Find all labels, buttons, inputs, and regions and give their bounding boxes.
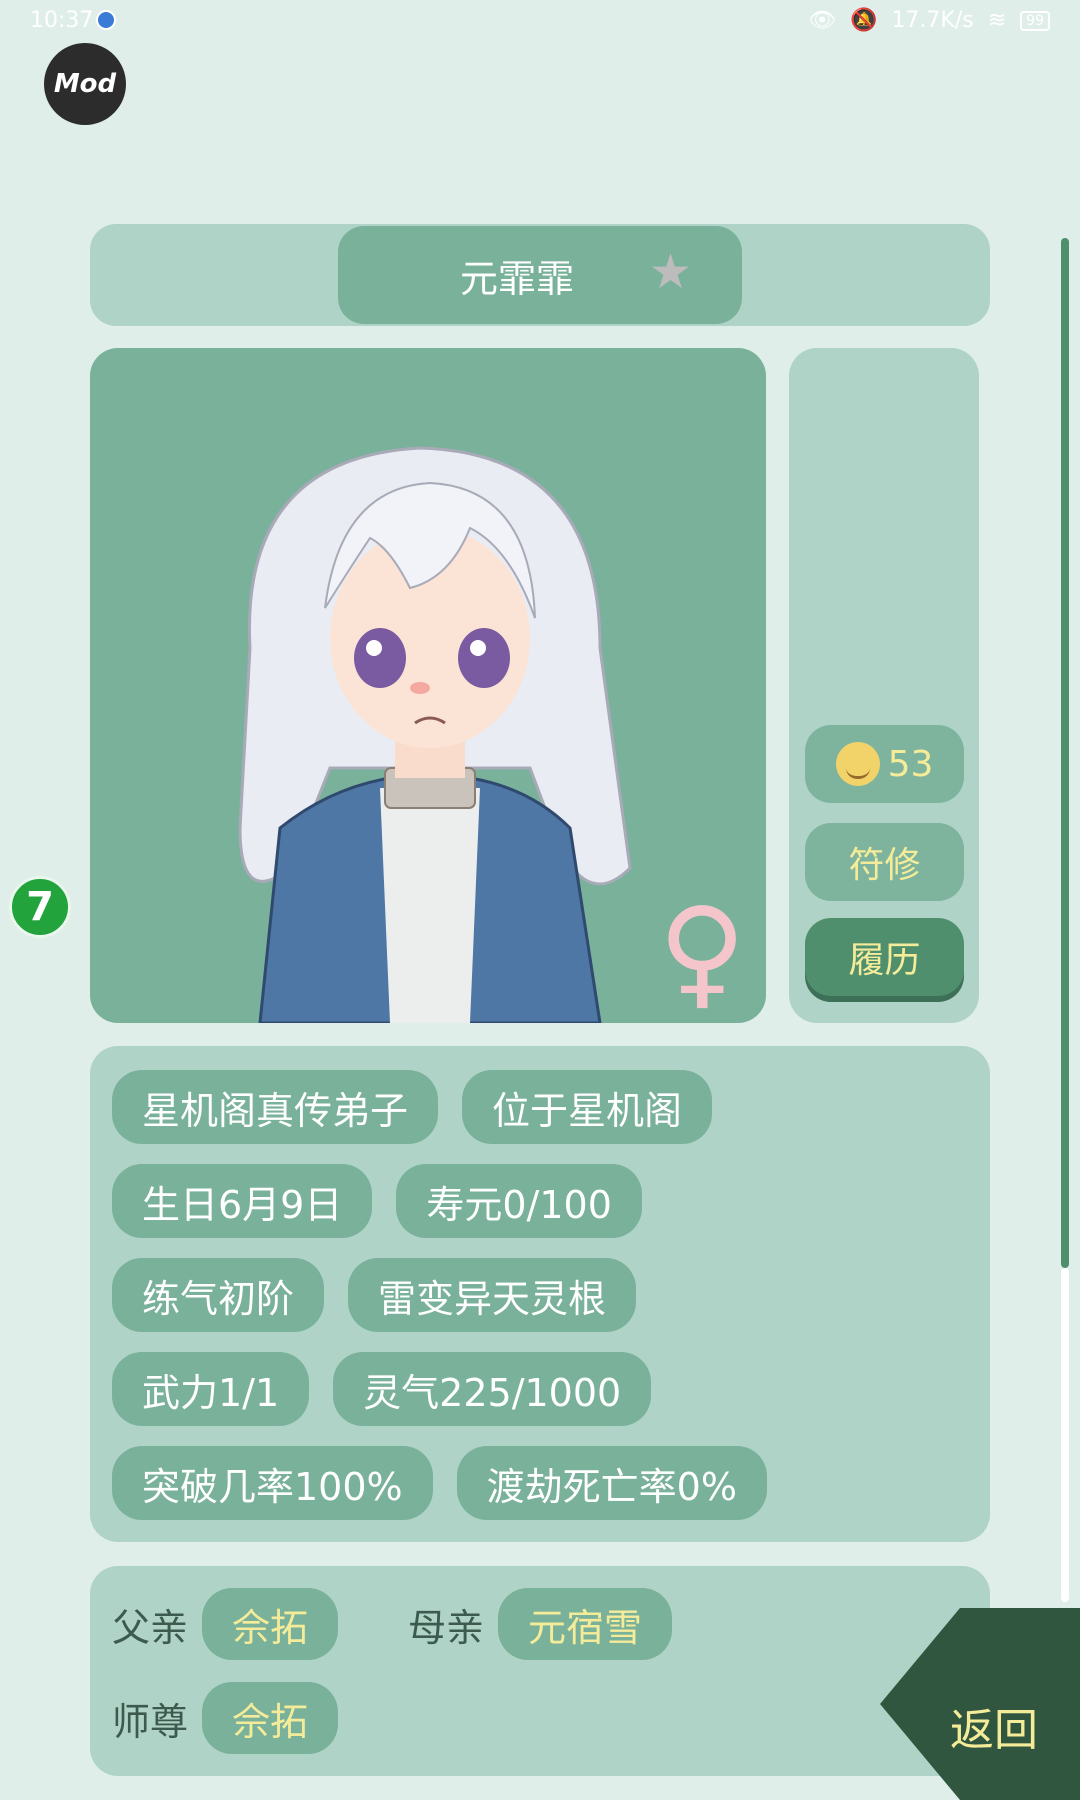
wifi-icon: ≋	[987, 8, 1007, 33]
history-button[interactable]: 履历	[805, 918, 964, 996]
master-button[interactable]: 佘拓	[202, 1682, 339, 1754]
profession-button[interactable]: 符修	[805, 823, 964, 901]
stat-tag: 雷变异天灵根	[348, 1258, 637, 1332]
stats-row: 武力1/1 灵气225/1000	[112, 1352, 652, 1426]
mother-button[interactable]: 元宿雪	[498, 1588, 673, 1660]
mood-indicator[interactable]: 53	[805, 725, 964, 803]
family-row: 父亲 佘拓 母亲 元宿雪	[112, 1588, 742, 1660]
scrollbar-track[interactable]	[1061, 1268, 1069, 1602]
stat-tag: 练气初阶	[112, 1258, 325, 1332]
status-right: 👁 🔕 17.7K/s ≋ 99	[808, 8, 1050, 33]
father-label: 父亲	[112, 1605, 189, 1650]
stats-row: 生日6月9日 寿元0/100	[112, 1164, 642, 1238]
father-button[interactable]: 佘拓	[202, 1588, 339, 1660]
stats-row: 练气初阶 雷变异天灵根	[112, 1258, 637, 1332]
stat-tag: 渡劫死亡率0%	[456, 1446, 767, 1520]
stats-row: 突破几率100% 渡劫死亡率0%	[112, 1446, 767, 1520]
mother-label: 母亲	[408, 1605, 485, 1650]
floating-app-icon[interactable]: 7	[9, 876, 71, 938]
mod-menu-button[interactable]: Mod	[44, 43, 126, 125]
mood-value: 53	[887, 743, 934, 785]
character-portrait: ♀	[90, 348, 766, 1023]
female-gender-icon: ♀	[658, 883, 746, 1022]
scrollbar-thumb[interactable]	[1061, 238, 1069, 1268]
network-speed: 17.7K/s	[891, 8, 974, 33]
status-bar: 10:37 👁 🔕 17.7K/s ≋ 99	[0, 0, 1080, 40]
side-panel: 53 符修 履历	[789, 348, 979, 1023]
favorite-star-icon[interactable]: ★	[649, 244, 692, 300]
smile-icon	[835, 742, 880, 786]
stats-row: 星机阁真传弟子 位于星机阁	[112, 1070, 713, 1144]
stat-tag: 生日6月9日	[112, 1164, 373, 1238]
stat-tag: 寿元0/100	[396, 1164, 642, 1238]
stat-tag: 星机阁真传弟子	[112, 1070, 439, 1144]
name-bar: 元霏霏 ★	[90, 224, 990, 326]
eye-icon: 👁	[808, 8, 837, 33]
family-row: 师尊 佘拓	[112, 1682, 408, 1754]
back-button-label[interactable]: 返回	[950, 1694, 1038, 1758]
stats-panel: 星机阁真传弟子 位于星机阁 生日6月9日 寿元0/100 练气初阶 雷变异天灵根…	[90, 1046, 990, 1542]
app-notification-icon	[96, 10, 116, 30]
master-label: 师尊	[112, 1699, 189, 1744]
stat-tag: 突破几率100%	[112, 1446, 433, 1520]
stat-tag: 武力1/1	[112, 1352, 310, 1426]
stat-tag: 位于星机阁	[462, 1070, 713, 1144]
battery-icon: 99	[1020, 10, 1050, 31]
status-time: 10:37	[30, 8, 94, 33]
character-name: 元霏霏	[459, 256, 574, 301]
family-panel: 父亲 佘拓 母亲 元宿雪 师尊 佘拓	[90, 1566, 990, 1776]
character-name-pill: 元霏霏 ★	[338, 226, 742, 324]
mute-icon: 🔕	[850, 8, 878, 33]
stat-tag: 灵气225/1000	[333, 1352, 652, 1426]
